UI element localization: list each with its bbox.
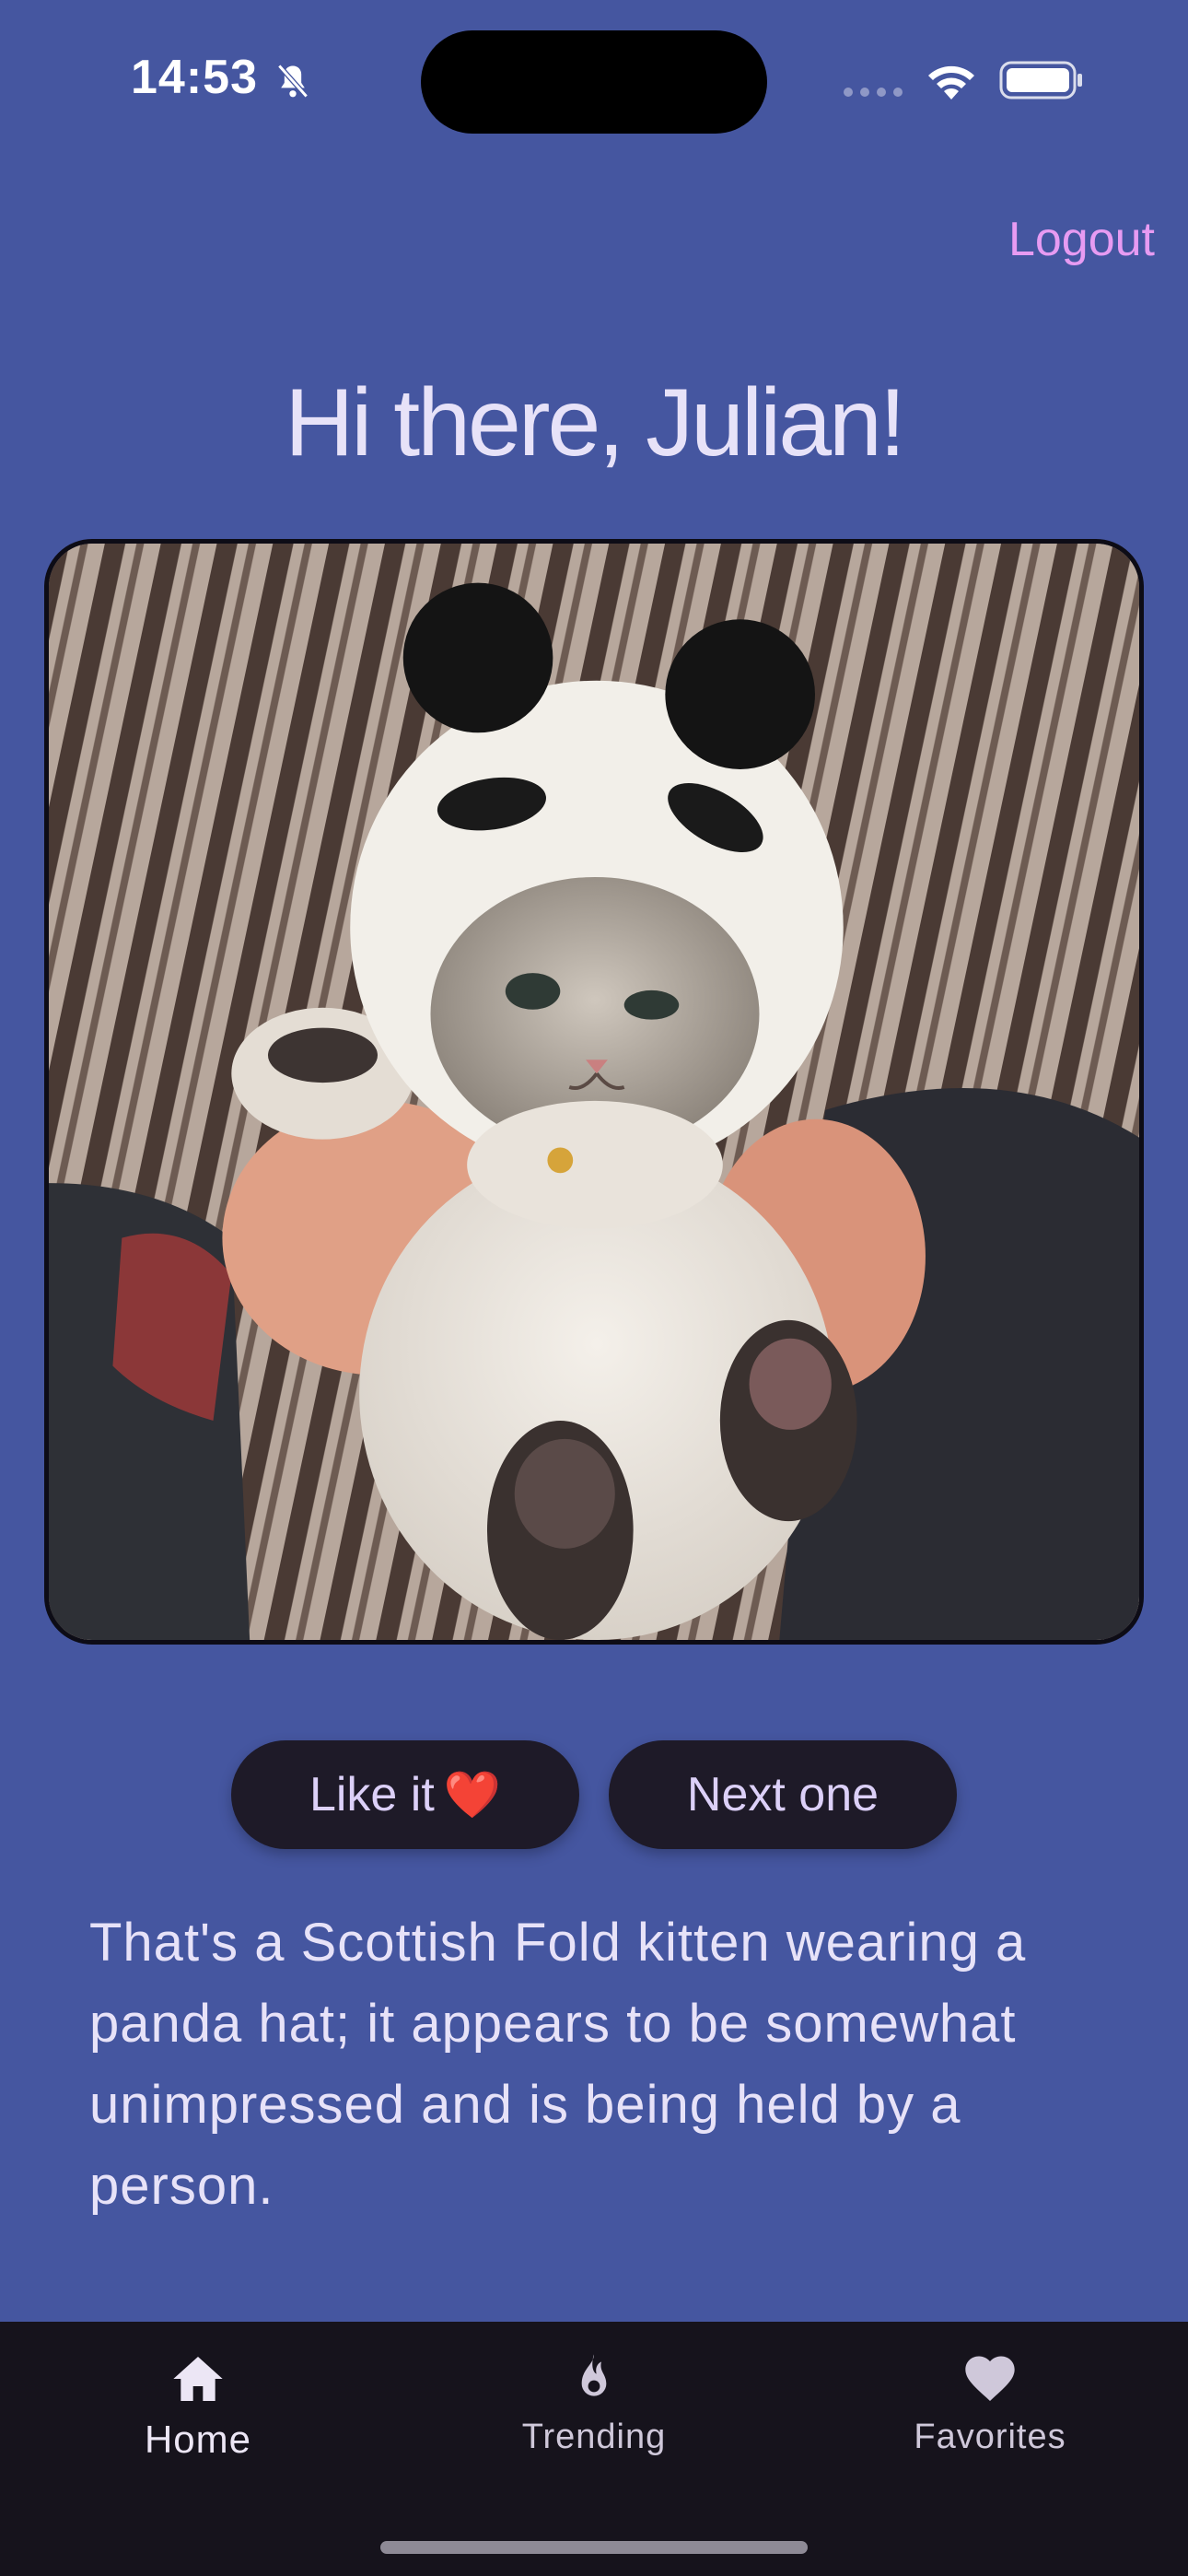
wifi-icon [928, 65, 974, 100]
bottom-nav: Home Trending Favorites [0, 2322, 1188, 2576]
like-button-label: Like it [309, 1768, 435, 1821]
flame-icon [581, 2354, 607, 2396]
greeting-title: Hi there, Julian! [285, 369, 906, 476]
cellular-signal-icon [844, 88, 903, 97]
nav-label-home: Home [144, 2418, 252, 2461]
cat-photo [44, 539, 1144, 1645]
next-button[interactable]: Next one [609, 1740, 957, 1849]
status-time: 14:53 [131, 51, 258, 104]
bell-slash-icon [277, 64, 309, 99]
heart-icon [965, 2356, 1015, 2401]
battery-icon [999, 61, 1082, 100]
screen: 14:53 Logout Hi there, Julian! Like it ❤… [0, 0, 1188, 2576]
home-indicator[interactable] [380, 2541, 808, 2554]
logout-button[interactable]: Logout [1008, 212, 1155, 267]
like-button[interactable]: Like it ❤️ [231, 1740, 579, 1849]
nav-item-trending[interactable]: Trending [456, 2349, 732, 2457]
nav-label-favorites: Favorites [914, 2418, 1066, 2456]
home-icon [173, 2357, 223, 2401]
nav-item-home[interactable]: Home [60, 2349, 336, 2462]
dynamic-island [421, 30, 767, 134]
cat-description: That's a Scottish Fold kitten wearing a … [89, 1913, 1027, 2216]
nav-item-favorites[interactable]: Favorites [852, 2349, 1128, 2457]
heart-emoji-icon: ❤️ [443, 1768, 502, 1821]
nav-label-trending: Trending [521, 2418, 667, 2456]
